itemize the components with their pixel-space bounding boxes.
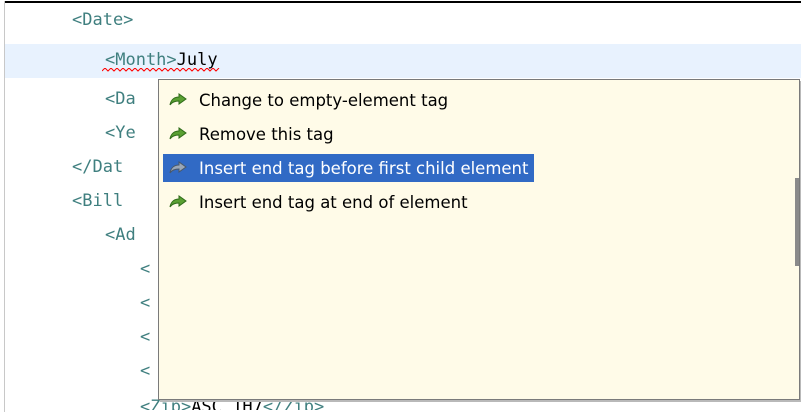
quick-fix-arrow-icon	[169, 194, 189, 210]
code-line-date[interactable]: <Date>	[72, 9, 133, 31]
quick-fix-arrow-icon	[169, 160, 189, 176]
code-line-child-4[interactable]: <	[140, 360, 150, 382]
quick-fix-arrow-icon	[169, 126, 189, 142]
editor-top-border	[4, 1, 801, 3]
code-line-day[interactable]: <Da	[105, 88, 136, 110]
code-line-child-2[interactable]: <	[140, 292, 150, 314]
code-line-address[interactable]: <Ad	[105, 224, 136, 246]
code-line-date-close[interactable]: </Dat	[72, 156, 123, 178]
popup-edge-marker	[795, 178, 799, 266]
quick-fix-insert-end-before-child[interactable]: Insert end tag before first child elemen…	[163, 154, 535, 182]
code-line-bill[interactable]: <Bill	[72, 190, 123, 212]
error-squiggle	[102, 68, 220, 72]
code-line-child-3[interactable]: <	[140, 326, 150, 348]
quick-fix-insert-end-at-end[interactable]: Insert end tag at end of element	[163, 188, 474, 216]
quick-fix-popup[interactable]: Change to empty-element tag Remove this …	[158, 79, 800, 400]
quick-fix-remove-tag[interactable]: Remove this tag	[163, 120, 340, 148]
quick-fix-change-to-empty[interactable]: Change to empty-element tag	[163, 86, 454, 114]
code-line-year[interactable]: <Ye	[105, 122, 136, 144]
code-line-child-1[interactable]: <	[140, 258, 150, 280]
quick-fix-arrow-icon	[169, 92, 189, 108]
